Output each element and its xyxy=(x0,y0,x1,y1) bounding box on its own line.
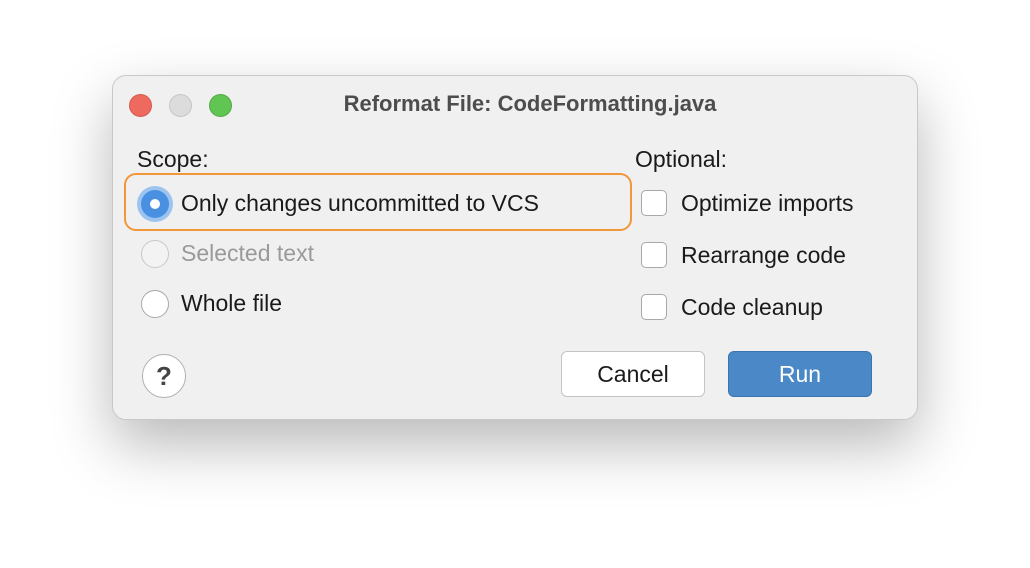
checkbox-optimize-imports[interactable] xyxy=(641,190,667,216)
checkbox-rearrange-code[interactable] xyxy=(641,242,667,268)
radio-whole-file-label[interactable]: Whole file xyxy=(181,290,282,317)
scope-label: Scope: xyxy=(137,146,209,172)
rearrange-code-label[interactable]: Rearrange code xyxy=(681,242,846,269)
reformat-file-dialog: Reformat File: CodeFormatting.java Scope… xyxy=(112,75,918,420)
cancel-button[interactable]: Cancel xyxy=(561,351,705,397)
radio-whole-file[interactable] xyxy=(141,290,169,318)
checkbox-code-cleanup[interactable] xyxy=(641,294,667,320)
optimize-imports-label[interactable]: Optimize imports xyxy=(681,190,854,217)
radio-uncommitted-changes[interactable] xyxy=(137,186,173,222)
help-button[interactable]: ? xyxy=(142,354,186,398)
radio-selected-text xyxy=(141,240,169,268)
optional-label: Optional: xyxy=(635,146,728,172)
radio-selected-text-label: Selected text xyxy=(181,240,314,266)
code-cleanup-label[interactable]: Code cleanup xyxy=(681,294,823,321)
run-button[interactable]: Run xyxy=(728,351,872,397)
dialog-title: Reformat File: CodeFormatting.java xyxy=(343,91,717,116)
radio-uncommitted-label[interactable]: Only changes uncommitted to VCS xyxy=(181,190,539,217)
